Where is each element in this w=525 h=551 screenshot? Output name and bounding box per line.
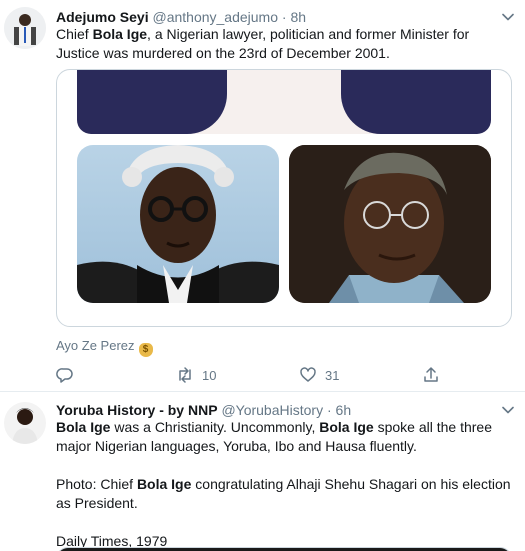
avatar[interactable] <box>4 402 46 444</box>
like-button[interactable]: 31 <box>299 366 339 384</box>
retweet-icon <box>179 367 191 383</box>
like-icon <box>300 367 316 382</box>
text-segment: was a Christianity. Uncommonly, <box>110 419 320 435</box>
retweet-count: 10 <box>202 367 217 383</box>
text-segment: Chief <box>56 26 93 42</box>
author-handle[interactable]: @anthony_adejumo <box>152 9 278 25</box>
share-icon <box>424 367 438 382</box>
tweet-media[interactable] <box>56 69 512 327</box>
tweet-actions: 10 31 <box>56 366 446 386</box>
avatar[interactable] <box>4 7 46 49</box>
author-handle[interactable]: @YorubaHistory <box>221 402 323 418</box>
reply-button[interactable] <box>56 366 82 384</box>
reply-icon <box>56 368 73 383</box>
tweet-header: Yoruba History - by NNP @YorubaHistory ·… <box>56 401 495 419</box>
text-bold: Bola Ige <box>136 476 192 492</box>
photo-top[interactable] <box>77 70 491 134</box>
tweet-text: Bola Ige was a Christianity. Uncommonly,… <box>56 418 513 551</box>
timestamp[interactable]: 8h <box>290 9 306 25</box>
retweet-button[interactable]: 10 <box>176 366 216 384</box>
text-bold: Bola Ige <box>56 419 111 435</box>
author-name[interactable]: Yoruba History - by NNP <box>56 402 218 418</box>
timestamp[interactable]: 6h <box>336 402 352 418</box>
tweet[interactable]: Yoruba History - by NNP @YorubaHistory ·… <box>0 393 525 551</box>
text-segment: Photo: Chief <box>56 476 137 492</box>
tweet-header: Adejumo Seyi @anthony_adejumo · 8h <box>56 8 495 26</box>
chevron-down-icon[interactable] <box>501 403 515 417</box>
photo-elder-portrait[interactable] <box>289 145 491 303</box>
like-count: 31 <box>325 367 340 383</box>
attribution-name[interactable]: Ayo Ze Perez <box>56 338 135 353</box>
photo-judge-portrait[interactable] <box>77 145 279 303</box>
money-bag-icon: $ <box>138 343 153 357</box>
text-paragraph: Photo: Chief Bola Ige congratulating Alh… <box>56 475 513 513</box>
media-attribution[interactable]: Ayo Ze Perez $ <box>56 338 153 357</box>
tweet-text: Chief Bola Ige, a Nigerian lawyer, polit… <box>56 25 513 63</box>
separator: · <box>281 9 287 25</box>
tweet-media[interactable] <box>56 547 512 551</box>
text-bold: Bola Ige <box>319 419 374 435</box>
tweet[interactable]: Adejumo Seyi @anthony_adejumo · 8h Chief… <box>0 0 525 392</box>
author-name[interactable]: Adejumo Seyi <box>56 9 149 25</box>
text-paragraph: Bola Ige was a Christianity. Uncommonly,… <box>56 418 513 456</box>
chevron-down-icon[interactable] <box>501 10 515 24</box>
text-bold: Bola Ige <box>92 26 148 42</box>
share-button[interactable] <box>422 366 440 384</box>
separator: · <box>326 402 332 418</box>
